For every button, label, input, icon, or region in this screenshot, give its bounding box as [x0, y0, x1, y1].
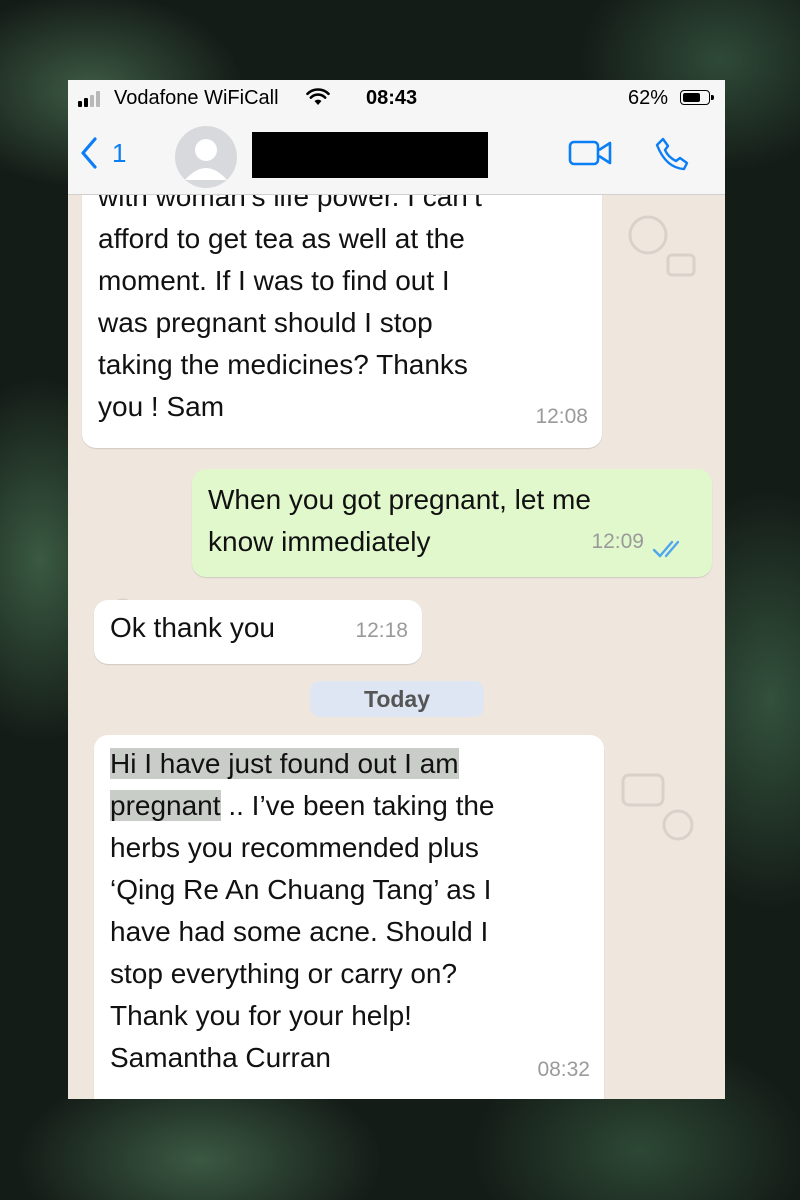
- avatar-icon[interactable]: [175, 126, 237, 188]
- message-bubble-incoming[interactable]: Ok thank you 12:18: [94, 600, 422, 664]
- signal-icon: [78, 91, 108, 107]
- message-bubble-incoming[interactable]: Hi I have just found out I am pregnant .…: [94, 735, 604, 1099]
- back-button[interactable]: 1: [80, 136, 126, 170]
- double-check-icon: [652, 540, 680, 558]
- wifi-icon: [306, 88, 330, 105]
- contact-name-redaction[interactable]: [252, 132, 488, 178]
- highlighted-text: pregnant: [110, 790, 221, 821]
- battery-icon: [680, 90, 714, 105]
- message-time: 12:08: [535, 405, 588, 428]
- phone-call-icon[interactable]: [654, 136, 690, 172]
- battery-percent: 62%: [628, 87, 669, 109]
- wallpaper-doodle-icon: [621, 773, 694, 841]
- highlighted-text: Hi I have just found out I am: [110, 748, 459, 779]
- message-bubble-outgoing[interactable]: When you got pregnant, let me know immed…: [192, 469, 712, 577]
- chat-header: 1: [68, 116, 725, 195]
- status-clock: 08:43: [366, 87, 418, 109]
- message-time: 12:09: [591, 530, 644, 553]
- message-text: with woman’s life power. I can’t afford …: [98, 195, 482, 422]
- phone-screen: Vodafone WiFiCall 08:43 62% 1 with woman…: [68, 80, 725, 1099]
- carrier-name: Vodafone WiFiCall: [114, 87, 279, 109]
- message-time: 12:18: [355, 619, 408, 642]
- chat-area[interactable]: with woman’s life power. I can’t afford …: [68, 195, 725, 1099]
- video-call-icon[interactable]: [568, 138, 614, 168]
- wallpaper-doodle-icon: [628, 215, 696, 277]
- status-bar: Vodafone WiFiCall 08:43 62%: [68, 80, 725, 116]
- chevron-left-icon: [81, 137, 97, 169]
- back-unread-count: 1: [112, 137, 127, 168]
- date-divider: Today: [310, 681, 484, 717]
- message-bubble-incoming[interactable]: with woman’s life power. I can’t afford …: [82, 195, 602, 448]
- message-time: 08:32: [537, 1058, 590, 1081]
- message-text: Hi I have just found out I am pregnant .…: [110, 748, 495, 1073]
